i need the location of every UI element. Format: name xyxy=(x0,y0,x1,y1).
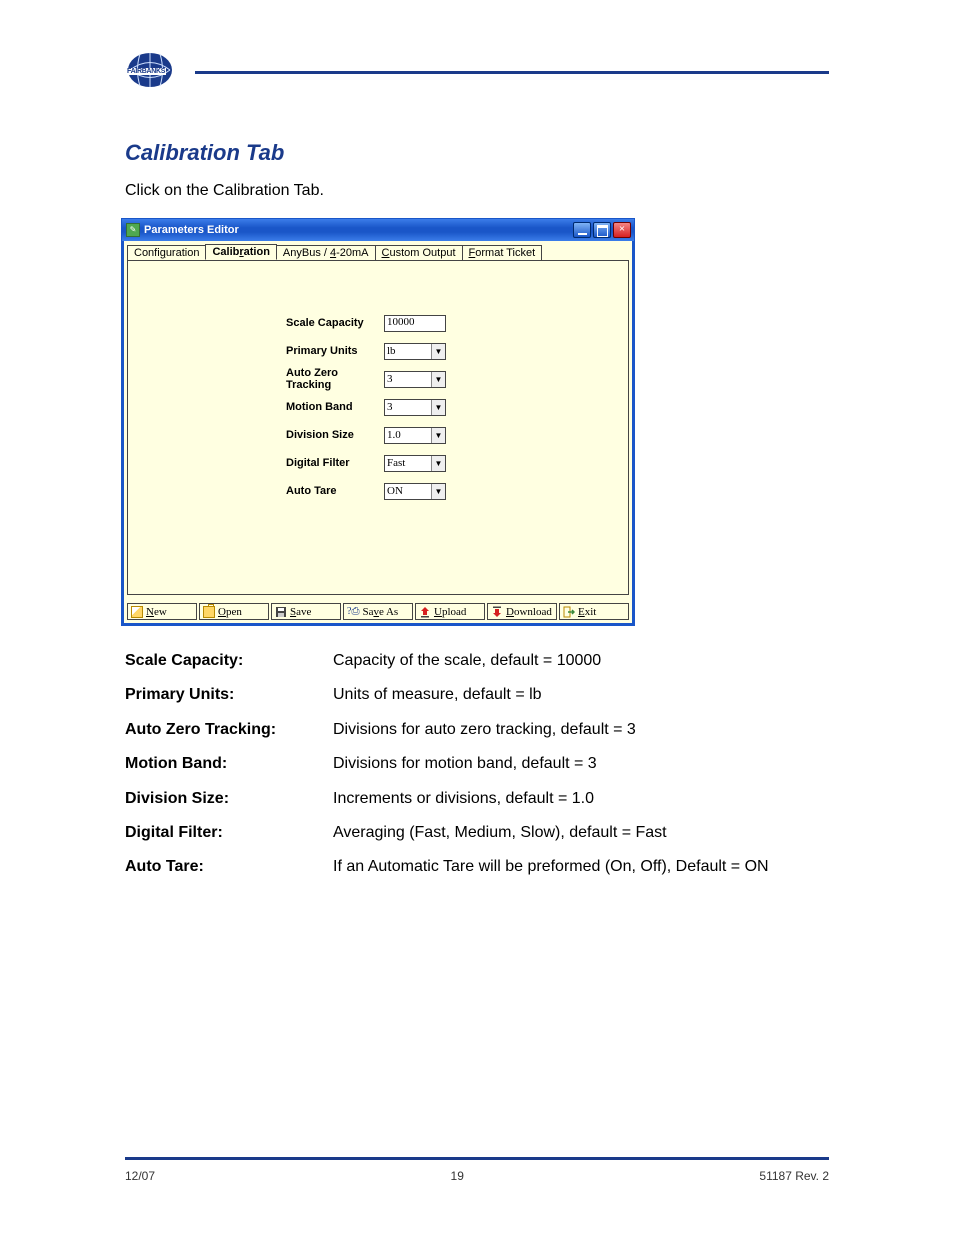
desc-primary-units-term: Primary Units: xyxy=(125,684,333,706)
save-as-icon: ?⎙ xyxy=(347,606,359,617)
exit-icon xyxy=(563,606,575,618)
desc-auto-tare-def: If an Automatic Tare will be preformed (… xyxy=(333,856,829,878)
instruction-text: Click on the Calibration Tab. xyxy=(125,180,829,202)
upload-button[interactable]: Upload xyxy=(419,604,466,619)
tab-page-calibration: Scale Capacity 10000 Primary Units lb▼ A… xyxy=(127,260,629,595)
open-button[interactable]: Open xyxy=(203,604,242,619)
desc-division-size-def: Increments or divisions, default = 1.0 xyxy=(333,788,829,810)
save-button[interactable]: Save xyxy=(275,604,311,619)
section-title: Calibration Tab xyxy=(125,140,284,166)
label-auto-zero-tracking: Auto Zero Tracking xyxy=(286,367,384,391)
new-file-icon xyxy=(131,606,143,618)
chevron-down-icon: ▼ xyxy=(431,456,445,471)
header-rule xyxy=(195,71,829,74)
app-icon: ✎ xyxy=(126,223,140,237)
tab-configuration[interactable]: Configuration xyxy=(127,245,206,261)
chevron-down-icon: ▼ xyxy=(431,372,445,387)
tab-strip: Configuration Calibration AnyBus / 4-20m… xyxy=(127,244,541,260)
select-digital-filter[interactable]: Fast▼ xyxy=(384,455,446,472)
desc-motion-band-term: Motion Band: xyxy=(125,753,333,775)
label-primary-units: Primary Units xyxy=(286,345,384,357)
desc-digital-filter-def: Averaging (Fast, Medium, Slow), default … xyxy=(333,822,829,844)
desc-primary-units-def: Units of measure, default = lb xyxy=(333,684,829,706)
chevron-down-icon: ▼ xyxy=(431,344,445,359)
save-as-button[interactable]: ?⎙Save As xyxy=(347,604,398,619)
desc-digital-filter-term: Digital Filter: xyxy=(125,822,333,844)
desc-auto-zero-def: Divisions for auto zero tracking, defaul… xyxy=(333,719,829,741)
label-scale-capacity: Scale Capacity xyxy=(286,317,384,329)
footer-rule xyxy=(125,1157,829,1160)
title-bar[interactable]: ✎ Parameters Editor × xyxy=(122,219,634,241)
footer-page-number: 19 xyxy=(451,1169,464,1183)
select-auto-zero-tracking[interactable]: 3▼ xyxy=(384,371,446,388)
chevron-down-icon: ▼ xyxy=(431,400,445,415)
select-motion-band[interactable]: 3▼ xyxy=(384,399,446,416)
window-title: Parameters Editor xyxy=(144,224,239,236)
button-bar: New Open Save ?⎙Save As Upload Download … xyxy=(127,603,629,620)
select-division-size[interactable]: 1.0▼ xyxy=(384,427,446,444)
label-auto-tare: Auto Tare xyxy=(286,485,384,497)
footer-revision: 51187 Rev. 2 xyxy=(759,1169,829,1183)
close-button[interactable]: × xyxy=(613,222,631,238)
floppy-icon xyxy=(275,606,287,618)
label-division-size: Division Size xyxy=(286,429,384,441)
input-scale-capacity[interactable]: 10000 xyxy=(384,315,446,332)
parameters-editor-window: ✎ Parameters Editor × Configuration Cali… xyxy=(121,218,635,626)
download-button[interactable]: Download xyxy=(491,604,552,619)
select-auto-tare[interactable]: ON▼ xyxy=(384,483,446,500)
footer-date: 12/07 xyxy=(125,1169,155,1183)
desc-motion-band-def: Divisions for motion band, default = 3 xyxy=(333,753,829,775)
brand-text: FAIRBANKS xyxy=(126,68,166,75)
exit-button[interactable]: Exit xyxy=(563,604,596,619)
tab-custom-output[interactable]: Custom Output xyxy=(375,245,463,261)
desc-auto-zero-term: Auto Zero Tracking: xyxy=(125,719,333,741)
tab-format-ticket[interactable]: Format Ticket xyxy=(462,245,543,261)
tab-calibration[interactable]: Calibration xyxy=(205,244,276,260)
chevron-down-icon: ▼ xyxy=(431,484,445,499)
tab-anybus[interactable]: AnyBus / 4-20mA xyxy=(276,245,376,261)
desc-division-size-term: Division Size: xyxy=(125,788,333,810)
label-motion-band: Motion Band xyxy=(286,401,384,413)
label-digital-filter: Digital Filter xyxy=(286,457,384,469)
select-primary-units[interactable]: lb▼ xyxy=(384,343,446,360)
chevron-down-icon: ▼ xyxy=(431,428,445,443)
maximize-button[interactable] xyxy=(593,222,611,238)
brand-logo: FAIRBANKS xyxy=(125,50,175,95)
desc-auto-tare-term: Auto Tare: xyxy=(125,856,333,878)
new-button[interactable]: New xyxy=(131,604,167,619)
folder-open-icon xyxy=(203,606,215,618)
download-icon xyxy=(491,606,503,618)
upload-icon xyxy=(419,606,431,618)
desc-scale-capacity-term: Scale Capacity: xyxy=(125,650,333,672)
desc-scale-capacity-def: Capacity of the scale, default = 10000 xyxy=(333,650,829,672)
minimize-button[interactable] xyxy=(573,222,591,238)
